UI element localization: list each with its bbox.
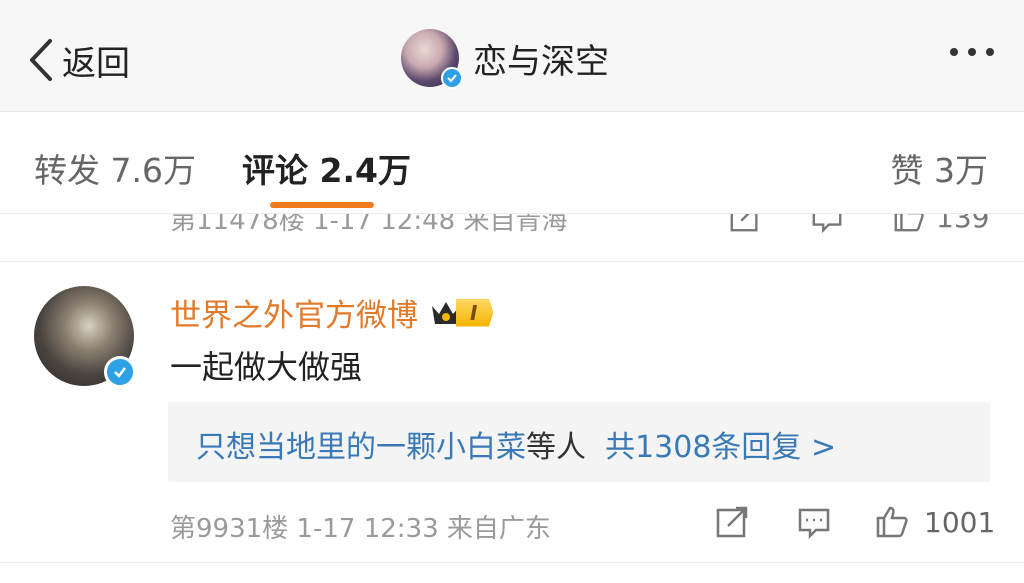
back-label: 返回 — [62, 43, 130, 84]
replies-preview[interactable]: 只想当地里的一颗小白菜等人 共1308条回复 > — [168, 402, 990, 482]
username-line: 世界之外官方微博 I — [170, 290, 494, 335]
divider — [0, 562, 1024, 563]
like-count: 1001 — [924, 505, 996, 539]
tab-repost[interactable]: 转发 7.6万 — [34, 144, 196, 192]
chevron-left-icon — [30, 39, 52, 81]
comment-meta: 第11478楼 1-17 12:48 来自青海 — [170, 214, 568, 236]
level-label: I — [470, 300, 478, 325]
comment-icon[interactable] — [810, 214, 844, 234]
share-button[interactable] — [714, 504, 750, 540]
share-icon — [716, 506, 748, 538]
more-icon[interactable] — [950, 48, 994, 56]
comment-text: 一起做大做强 — [170, 348, 363, 386]
avatar[interactable] — [401, 29, 463, 89]
share-icon[interactable] — [728, 214, 762, 234]
thumbs-up-icon[interactable] — [892, 214, 926, 234]
username[interactable]: 世界之外官方微博 — [170, 290, 418, 335]
verified-icon — [104, 356, 136, 388]
tab-comments[interactable]: 评论 2.4万 — [242, 144, 411, 192]
active-tab-indicator — [270, 202, 374, 208]
verified-icon — [441, 67, 463, 89]
account-header[interactable]: 恋与深空 — [401, 28, 609, 89]
reply-author-link[interactable]: 只想当地里的一颗小白菜 — [196, 430, 526, 465]
avatar[interactable] — [34, 286, 136, 388]
back-button[interactable]: 返回 — [26, 36, 130, 84]
replies-summary: 只想当地里的一颗小白菜等人 共1308条回复 > — [196, 422, 836, 466]
like-button[interactable]: 1001 — [874, 504, 995, 540]
comment-meta: 第9931楼 1-17 12:33 来自广东 — [170, 514, 551, 544]
tab-bar: 转发 7.6万 评论 2.4万 赞 3万 — [0, 112, 1024, 214]
comment-item: 世界之外官方微博 I 一起做大做强 只想当地里的一颗小白菜等人 共1308条回复… — [0, 262, 1024, 583]
top-navbar: 返回 恋与深空 — [0, 0, 1024, 112]
previous-comment-footer: 第11478楼 1-17 12:48 来自青海 139 — [0, 214, 1024, 262]
page-title: 恋与深空 — [473, 41, 609, 82]
thumbs-up-icon — [876, 506, 908, 538]
comment-icon — [798, 508, 830, 540]
comment-actions: 139 — [728, 214, 989, 234]
like-count: 139 — [936, 214, 990, 234]
reply-button[interactable] — [796, 504, 832, 540]
view-replies-link[interactable]: 共1308条回复 > — [605, 430, 836, 465]
tab-likes[interactable]: 赞 3万 — [891, 144, 989, 192]
replies-suffix: 等人 — [526, 430, 586, 465]
member-level-badge[interactable]: I — [456, 298, 494, 327]
comment-footer: 第9931楼 1-17 12:33 来自广东 1001 — [0, 502, 1024, 552]
